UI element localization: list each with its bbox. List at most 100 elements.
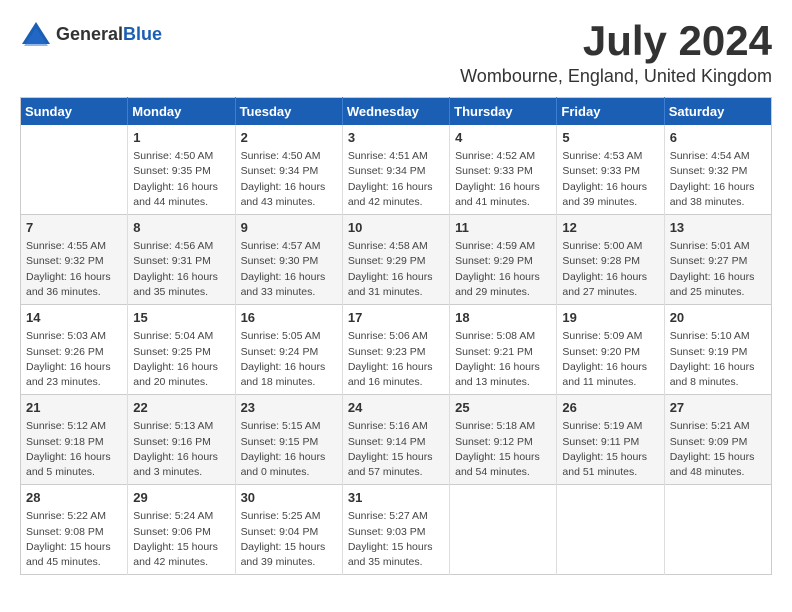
day-info: Sunrise: 5:00 AM Sunset: 9:28 PM Dayligh… (562, 239, 658, 300)
day-info: Sunrise: 5:01 AM Sunset: 9:27 PM Dayligh… (670, 239, 766, 300)
day-number: 6 (670, 129, 766, 147)
day-info: Sunrise: 5:09 AM Sunset: 9:20 PM Dayligh… (562, 329, 658, 390)
day-number: 26 (562, 399, 658, 417)
calendar-cell: 14 Sunrise: 5:03 AM Sunset: 9:26 PM Dayli… (21, 305, 128, 395)
day-info: Sunrise: 4:52 AM Sunset: 9:33 PM Dayligh… (455, 149, 551, 210)
calendar-cell: 8Sunrise: 4:56 AM Sunset: 9:31 PM Daylig… (128, 215, 235, 305)
calendar-week-1: 1 Sunrise: 4:50 AM Sunset: 9:35 PM Daylig… (21, 125, 772, 215)
day-info: Sunrise: 5:15 AM Sunset: 9:15 PM Dayligh… (241, 419, 337, 480)
day-info: Sunrise: 5:04 AM Sunset: 9:25 PM Dayligh… (133, 329, 229, 390)
header-sunday: Sunday (21, 98, 128, 126)
calendar-cell: 21 Sunrise: 5:12 AM Sunset: 9:18 PM Dayli… (21, 395, 128, 485)
day-number: 3 (348, 129, 444, 147)
calendar-cell: 23 Sunrise: 5:15 AM Sunset: 9:15 PM Dayli… (235, 395, 342, 485)
month-title: July 2024 (460, 20, 772, 62)
calendar-cell: 19Sunrise: 5:09 AM Sunset: 9:20 PM Dayli… (557, 305, 664, 395)
header-thursday: Thursday (450, 98, 557, 126)
day-number: 2 (241, 129, 337, 147)
day-number: 13 (670, 219, 766, 237)
day-number: 16 (241, 309, 337, 327)
day-number: 11 (455, 219, 551, 237)
day-number: 17 (348, 309, 444, 327)
logo-icon (20, 20, 52, 48)
calendar-cell: 10Sunrise: 4:58 AM Sunset: 9:29 PM Dayli… (342, 215, 449, 305)
day-info: Sunrise: 5:05 AM Sunset: 9:24 PM Dayligh… (241, 329, 337, 390)
day-number: 22 (133, 399, 229, 417)
calendar-cell: 12Sunrise: 5:00 AM Sunset: 9:28 PM Dayli… (557, 215, 664, 305)
calendar-cell: 16 Sunrise: 5:05 AM Sunset: 9:24 PM Dayli… (235, 305, 342, 395)
calendar-cell: 28 Sunrise: 5:22 AM Sunset: 9:08 PM Dayli… (21, 485, 128, 575)
calendar-cell: 26 Sunrise: 5:19 AM Sunset: 9:11 PM Dayli… (557, 395, 664, 485)
day-info: Sunrise: 4:51 AM Sunset: 9:34 PM Dayligh… (348, 149, 444, 210)
day-number: 28 (26, 489, 122, 507)
day-info: Sunrise: 5:16 AM Sunset: 9:14 PM Dayligh… (348, 419, 444, 480)
calendar-cell: 7 Sunrise: 4:55 AM Sunset: 9:32 PM Daylig… (21, 215, 128, 305)
day-number: 10 (348, 219, 444, 237)
day-number: 21 (26, 399, 122, 417)
calendar-cell (21, 125, 128, 215)
day-number: 20 (670, 309, 766, 327)
day-number: 5 (562, 129, 658, 147)
day-number: 25 (455, 399, 551, 417)
day-info: Sunrise: 4:50 AM Sunset: 9:35 PM Dayligh… (133, 149, 229, 210)
day-number: 30 (241, 489, 337, 507)
day-number: 27 (670, 399, 766, 417)
logo-blue-text: Blue (123, 24, 162, 45)
day-info: Sunrise: 4:53 AM Sunset: 9:33 PM Dayligh… (562, 149, 658, 210)
calendar-week-3: 14 Sunrise: 5:03 AM Sunset: 9:26 PM Dayli… (21, 305, 772, 395)
calendar-cell: 13 Sunrise: 5:01 AM Sunset: 9:27 PM Dayli… (664, 215, 771, 305)
logo: General Blue (20, 20, 162, 48)
calendar-cell: 6 Sunrise: 4:54 AM Sunset: 9:32 PM Daylig… (664, 125, 771, 215)
calendar-cell: 4 Sunrise: 4:52 AM Sunset: 9:33 PM Daylig… (450, 125, 557, 215)
day-info: Sunrise: 5:12 AM Sunset: 9:18 PM Dayligh… (26, 419, 122, 480)
day-number: 4 (455, 129, 551, 147)
day-info: Sunrise: 5:24 AM Sunset: 9:06 PM Dayligh… (133, 509, 229, 570)
calendar-cell: 3 Sunrise: 4:51 AM Sunset: 9:34 PM Daylig… (342, 125, 449, 215)
header-tuesday: Tuesday (235, 98, 342, 126)
calendar-week-4: 21 Sunrise: 5:12 AM Sunset: 9:18 PM Dayli… (21, 395, 772, 485)
calendar-week-5: 28 Sunrise: 5:22 AM Sunset: 9:08 PM Dayli… (21, 485, 772, 575)
day-number: 9 (241, 219, 337, 237)
calendar-cell: 5 Sunrise: 4:53 AM Sunset: 9:33 PM Daylig… (557, 125, 664, 215)
day-info: Sunrise: 5:08 AM Sunset: 9:21 PM Dayligh… (455, 329, 551, 390)
header-saturday: Saturday (664, 98, 771, 126)
day-number: 1 (133, 129, 229, 147)
day-info: Sunrise: 4:57 AM Sunset: 9:30 PM Dayligh… (241, 239, 337, 300)
day-info: Sunrise: 5:19 AM Sunset: 9:11 PM Dayligh… (562, 419, 658, 480)
page-header: General Blue July 2024 Wombourne, Englan… (20, 20, 772, 87)
day-info: Sunrise: 5:06 AM Sunset: 9:23 PM Dayligh… (348, 329, 444, 390)
calendar-header-row: SundayMondayTuesdayWednesdayThursdayFrid… (21, 98, 772, 126)
calendar-cell: 9 Sunrise: 4:57 AM Sunset: 9:30 PM Daylig… (235, 215, 342, 305)
day-info: Sunrise: 4:50 AM Sunset: 9:34 PM Dayligh… (241, 149, 337, 210)
logo-general-text: General (56, 24, 123, 45)
day-number: 23 (241, 399, 337, 417)
calendar-cell: 20Sunrise: 5:10 AM Sunset: 9:19 PM Dayli… (664, 305, 771, 395)
calendar-cell: 22Sunrise: 5:13 AM Sunset: 9:16 PM Dayli… (128, 395, 235, 485)
calendar-cell (664, 485, 771, 575)
day-number: 15 (133, 309, 229, 327)
calendar-cell: 15 Sunrise: 5:04 AM Sunset: 9:25 PM Dayli… (128, 305, 235, 395)
day-number: 14 (26, 309, 122, 327)
calendar-cell: 18Sunrise: 5:08 AM Sunset: 9:21 PM Dayli… (450, 305, 557, 395)
calendar-cell: 29 Sunrise: 5:24 AM Sunset: 9:06 PM Dayli… (128, 485, 235, 575)
day-info: Sunrise: 4:54 AM Sunset: 9:32 PM Dayligh… (670, 149, 766, 210)
calendar-cell: 24Sunrise: 5:16 AM Sunset: 9:14 PM Dayli… (342, 395, 449, 485)
header-wednesday: Wednesday (342, 98, 449, 126)
calendar-cell: 11Sunrise: 4:59 AM Sunset: 9:29 PM Dayli… (450, 215, 557, 305)
day-number: 8 (133, 219, 229, 237)
location-title: Wombourne, England, United Kingdom (460, 66, 772, 87)
calendar-cell: 27Sunrise: 5:21 AM Sunset: 9:09 PM Dayli… (664, 395, 771, 485)
day-info: Sunrise: 5:03 AM Sunset: 9:26 PM Dayligh… (26, 329, 122, 390)
day-info: Sunrise: 5:18 AM Sunset: 9:12 PM Dayligh… (455, 419, 551, 480)
calendar-cell: 25 Sunrise: 5:18 AM Sunset: 9:12 PM Dayli… (450, 395, 557, 485)
day-number: 29 (133, 489, 229, 507)
calendar-cell (450, 485, 557, 575)
calendar-cell: 31Sunrise: 5:27 AM Sunset: 9:03 PM Dayli… (342, 485, 449, 575)
day-number: 7 (26, 219, 122, 237)
day-info: Sunrise: 5:25 AM Sunset: 9:04 PM Dayligh… (241, 509, 337, 570)
day-info: Sunrise: 5:22 AM Sunset: 9:08 PM Dayligh… (26, 509, 122, 570)
calendar-cell: 17 Sunrise: 5:06 AM Sunset: 9:23 PM Dayli… (342, 305, 449, 395)
calendar-table: SundayMondayTuesdayWednesdayThursdayFrid… (20, 97, 772, 575)
header-monday: Monday (128, 98, 235, 126)
day-info: Sunrise: 4:55 AM Sunset: 9:32 PM Dayligh… (26, 239, 122, 300)
